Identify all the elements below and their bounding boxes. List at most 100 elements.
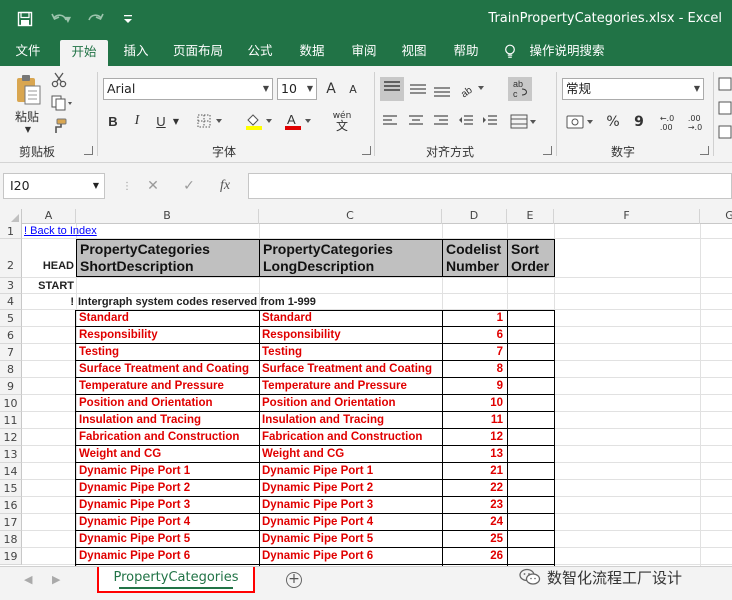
save-icon[interactable] <box>10 0 40 38</box>
alignment-launcher-icon[interactable] <box>543 146 552 155</box>
cell-b4-note[interactable]: Intergraph system codes reserved from 1-… <box>78 296 316 308</box>
cell-sort-order[interactable] <box>508 344 554 361</box>
cell-codelist-number[interactable]: 11 <box>442 412 506 429</box>
align-left-icon[interactable] <box>382 114 398 131</box>
cell-short-description[interactable]: Standard <box>76 310 258 327</box>
decrease-indent-icon[interactable] <box>458 114 474 131</box>
copy-icon[interactable] <box>51 95 73 114</box>
underline-dropdown-icon[interactable]: ▼ <box>170 111 182 131</box>
cell-codelist-number[interactable]: 12 <box>442 429 506 446</box>
add-sheet-button[interactable]: + <box>286 572 302 588</box>
column-header-d[interactable]: D <box>442 209 507 224</box>
font-launcher-icon[interactable] <box>362 146 371 155</box>
name-box[interactable]: I20 ▼ <box>3 173 105 199</box>
row-header[interactable]: 9 <box>0 378 22 395</box>
cell-long-description[interactable]: Dynamic Pipe Port 4 <box>259 514 441 531</box>
paste-icon[interactable] <box>14 74 42 109</box>
font-name-combo[interactable]: Arial ▼ <box>103 78 273 100</box>
tab-formulas[interactable]: 公式 <box>240 38 280 66</box>
cell-codelist-number[interactable]: 13 <box>442 446 506 463</box>
cut-icon[interactable] <box>51 72 67 91</box>
cell-sort-order[interactable] <box>508 310 554 327</box>
cell-long-description[interactable]: Standard <box>259 310 441 327</box>
row-header[interactable]: 10 <box>0 395 22 412</box>
cell-codelist-number[interactable]: 10 <box>442 395 506 412</box>
row-header[interactable]: 6 <box>0 327 22 344</box>
accounting-format-icon[interactable] <box>566 112 596 135</box>
row-header[interactable]: 4 <box>0 294 22 310</box>
header-codelist-number[interactable]: Codelist Number <box>442 239 508 277</box>
align-right-icon[interactable] <box>433 114 449 131</box>
comma-style-button[interactable]: 9 <box>630 112 648 132</box>
cell-short-description[interactable]: Fabrication and Construction <box>76 429 258 446</box>
cell-short-description[interactable]: Responsibility <box>76 327 258 344</box>
cell-short-description[interactable]: Dynamic Pipe Port 4 <box>76 514 258 531</box>
header-sort-order[interactable]: Sort Order <box>507 239 555 277</box>
tab-file[interactable]: 文件 <box>8 38 48 66</box>
wrap-text-icon[interactable]: ab c <box>508 77 532 104</box>
cell-sort-order[interactable] <box>508 412 554 429</box>
cell-codelist-number[interactable]: 23 <box>442 497 506 514</box>
row-header[interactable]: 13 <box>0 446 22 463</box>
increase-indent-icon[interactable] <box>482 114 498 131</box>
cancel-icon[interactable]: ✕ <box>142 173 164 199</box>
worksheet[interactable]: A B C D E F G ! Back to Index HEAD Prope… <box>0 209 732 566</box>
cell-sort-order[interactable] <box>508 395 554 412</box>
cell-long-description[interactable]: Dynamic Pipe Port 5 <box>259 531 441 548</box>
row-header[interactable]: 19 <box>0 548 22 565</box>
align-center-icon[interactable] <box>408 114 424 131</box>
format-painter-icon[interactable] <box>51 118 67 137</box>
align-bottom-icon[interactable] <box>432 80 452 101</box>
orientation-icon[interactable]: ab <box>458 78 488 101</box>
cell-a3[interactable]: START <box>22 280 74 292</box>
column-header-c[interactable]: C <box>259 209 442 224</box>
cell-codelist-number[interactable]: 24 <box>442 514 506 531</box>
cell-short-description[interactable]: Dynamic Pipe Port 3 <box>76 497 258 514</box>
cell-sort-order[interactable] <box>508 327 554 344</box>
scroll-left-icon[interactable]: ◀ <box>24 573 32 586</box>
cell-long-description[interactable]: Responsibility <box>259 327 441 344</box>
conditional-formatting-icon[interactable] <box>718 76 732 149</box>
back-to-index-link[interactable]: ! Back to Index <box>24 225 97 237</box>
percent-button[interactable]: % <box>604 112 622 132</box>
row-header[interactable]: 16 <box>0 497 22 514</box>
insert-function-button[interactable]: fx <box>214 173 236 199</box>
phonetic-guide-button[interactable]: wén 文 <box>330 109 354 133</box>
cell-codelist-number[interactable]: 1 <box>442 310 506 327</box>
row-header[interactable]: 7 <box>0 344 22 361</box>
tab-home[interactable]: 开始 <box>60 40 108 66</box>
select-all-corner[interactable] <box>0 209 22 224</box>
cell-short-description[interactable]: Surface Treatment and Coating <box>76 361 258 378</box>
row-header[interactable]: 11 <box>0 412 22 429</box>
merge-center-icon[interactable] <box>510 114 538 133</box>
row-header[interactable]: 18 <box>0 531 22 548</box>
header-short-description[interactable]: PropertyCategories ShortDescription <box>76 239 260 277</box>
align-top-icon[interactable] <box>380 77 404 104</box>
tab-help[interactable]: 帮助 <box>446 38 486 66</box>
italic-button[interactable]: I <box>128 111 146 131</box>
tab-insert[interactable]: 插入 <box>116 38 156 66</box>
font-color-icon[interactable]: A <box>283 111 313 134</box>
row-header[interactable]: 1 <box>0 224 22 239</box>
column-header-b[interactable]: B <box>76 209 259 224</box>
column-header-e[interactable]: E <box>507 209 554 224</box>
cell-sort-order[interactable] <box>508 548 554 565</box>
cell-codelist-number[interactable]: 6 <box>442 327 506 344</box>
cell-codelist-number[interactable]: 7 <box>442 344 506 361</box>
row-header[interactable]: 12 <box>0 429 22 446</box>
cell-codelist-number[interactable]: 8 <box>442 361 506 378</box>
cell-codelist-number[interactable]: 9 <box>442 378 506 395</box>
fill-color-icon[interactable] <box>244 111 274 134</box>
cell-codelist-number[interactable]: 21 <box>442 463 506 480</box>
cell-codelist-number[interactable]: 22 <box>442 480 506 497</box>
cell-long-description[interactable]: Temperature and Pressure <box>259 378 441 395</box>
lightbulb-icon[interactable] <box>500 38 520 66</box>
cell-sort-order[interactable] <box>508 480 554 497</box>
cell-sort-order[interactable] <box>508 531 554 548</box>
header-long-description[interactable]: PropertyCategories LongDescription <box>259 239 443 277</box>
cell-long-description[interactable]: Dynamic Pipe Port 3 <box>259 497 441 514</box>
paste-button[interactable]: 粘贴 <box>10 108 44 124</box>
tell-me-search[interactable]: 操作说明搜索 <box>526 38 608 66</box>
scroll-right-icon[interactable]: ▶ <box>52 573 60 586</box>
undo-dropdown-icon[interactable]: ▼ <box>62 0 74 38</box>
